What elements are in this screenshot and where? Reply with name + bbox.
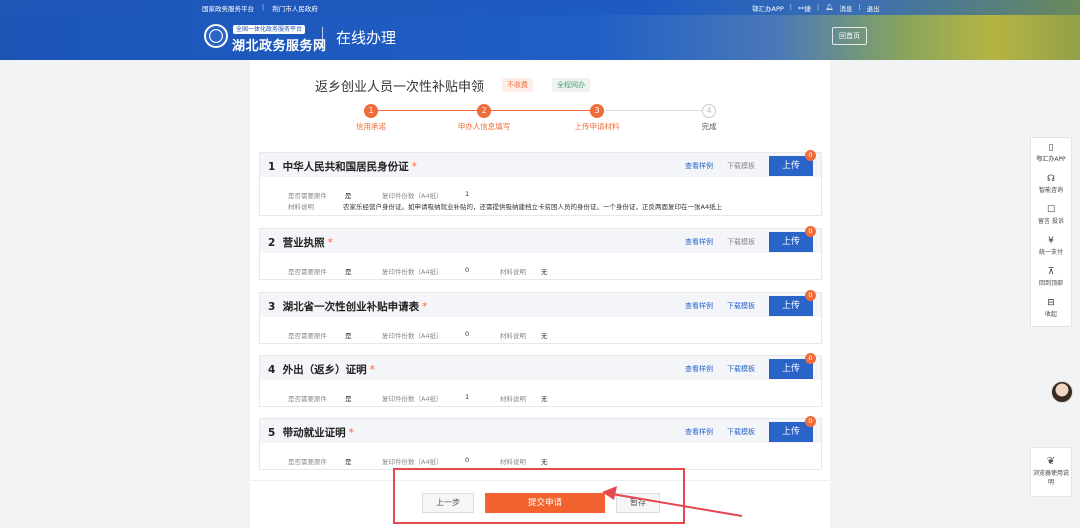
- headset-icon: ☊: [1047, 174, 1055, 184]
- yen-icon: ¥: [1048, 236, 1054, 246]
- float-item-consult[interactable]: ☊ 智能咨询: [1031, 169, 1071, 200]
- leaf-icon: ❦: [1046, 456, 1056, 467]
- step-number: 2: [477, 104, 491, 118]
- browser-help[interactable]: ❦ 浏览器使用说明: [1030, 447, 1072, 497]
- float-toolbar: ▯ 鄂汇办APP ☊ 智能咨询 ☐ 留言 投诉 ¥ 统一支付 ⊼ 回到顶部 ⊟ …: [1030, 137, 1072, 327]
- assistant-avatar[interactable]: [1051, 381, 1073, 403]
- float-item-top[interactable]: ⊼ 回到顶部: [1031, 262, 1071, 293]
- float-item-payment[interactable]: ¥ 统一支付: [1031, 231, 1071, 262]
- phone-icon: ▯: [1048, 143, 1054, 153]
- message-icon: ☐: [1046, 205, 1056, 215]
- float-item-collapse[interactable]: ⊟ 收起: [1031, 293, 1071, 324]
- step-number: 4: [702, 104, 716, 118]
- step-number: 1: [364, 104, 378, 118]
- top-icon: ⊼: [1047, 267, 1055, 277]
- float-item-app[interactable]: ▯ 鄂汇办APP: [1031, 138, 1071, 169]
- collapse-icon: ⊟: [1047, 298, 1055, 308]
- step-number: 3: [590, 104, 604, 118]
- pointer-arrow: [602, 486, 743, 517]
- float-item-complaint[interactable]: ☐ 留言 投诉: [1031, 200, 1071, 231]
